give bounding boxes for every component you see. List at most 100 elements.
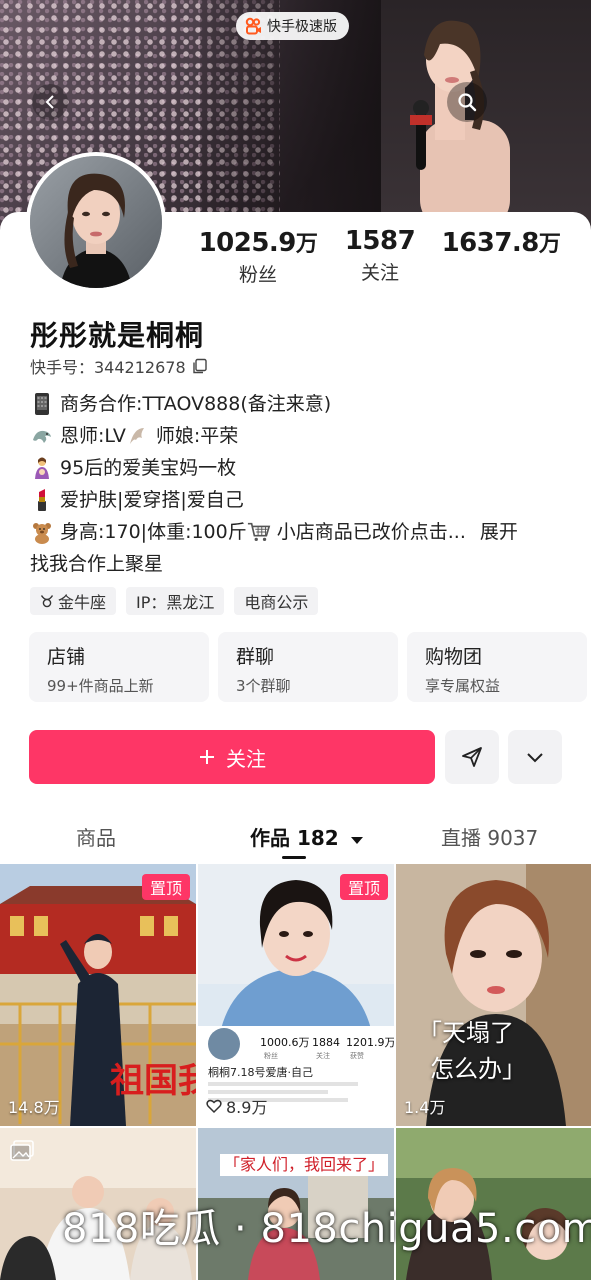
- stat-fans-value: 1025.9: [198, 228, 297, 258]
- send-icon: [462, 747, 482, 767]
- inner-stat-label: 粉丝: [264, 1051, 278, 1060]
- expand-bio-link[interactable]: 展开: [480, 516, 518, 548]
- bio-text: 找我合作上聚星: [30, 553, 164, 575]
- gallery-icon: [10, 1140, 34, 1161]
- nickname: 彤彤就是桐桐: [30, 319, 205, 352]
- follow-button-label: 关注: [226, 746, 266, 771]
- tab-works[interactable]: 作品 182: [250, 822, 364, 851]
- tab-works-label: 作品 182: [250, 826, 339, 850]
- share-button[interactable]: [445, 730, 499, 784]
- app-badge[interactable]: 快手极速版: [236, 12, 349, 40]
- copy-icon[interactable]: [192, 358, 208, 374]
- user-id-text: 快手号：344212678: [30, 358, 186, 377]
- chevron-down-icon: [527, 753, 543, 763]
- bio: 商务合作:TTAOV888(备注来意) 恩师:LV 师娘:平荣 95后的爱美宝妈…: [30, 388, 570, 580]
- shop-card[interactable]: 店铺 99+件商品上新: [29, 632, 209, 702]
- cart-icon: [247, 520, 271, 544]
- work-item[interactable]: 祖国我爱 置顶 14.8万: [0, 864, 196, 1126]
- stat-fans[interactable]: 1025.9万 粉丝: [197, 226, 319, 287]
- tag-text: IP：黑龙江: [136, 593, 215, 612]
- profile-tags: 金牛座 IP：黑龙江 电商公示: [30, 587, 319, 615]
- avatar-image: [30, 156, 162, 288]
- pinned-badge: 置顶: [339, 874, 388, 900]
- dragon-icon: [30, 424, 54, 448]
- shopping-group-card[interactable]: 购物团 享专属权益: [407, 632, 587, 702]
- bio-line: 95后的爱美宝妈一枚: [30, 452, 570, 484]
- stat-likes-value: 1637.8: [441, 228, 540, 258]
- phone-icon: [30, 392, 54, 416]
- bio-text: 身高:170|体重:100斤: [60, 521, 247, 543]
- play-count-value: 14.8万: [8, 1098, 60, 1117]
- bio-text: 95后的爱美宝妈一枚: [60, 457, 237, 479]
- tab-active-indicator: [282, 856, 306, 859]
- bio-line: 爱护肤|爱穿搭|爱自己: [30, 484, 570, 516]
- bio-line: 找我合作上聚星: [30, 548, 570, 580]
- tag-zodiac[interactable]: 金牛座: [30, 587, 117, 615]
- search-icon: [458, 93, 477, 112]
- stat-following-label: 关注: [360, 262, 399, 284]
- work-thumbnail: 1000.6万 1884 1201.9万 粉丝 关注 获赞 桐桐7.18号爱唐·…: [198, 864, 394, 1126]
- bio-line: 商务合作:TTAOV888(备注来意): [30, 388, 570, 420]
- shop-card-subtitle: 99+件商品上新: [47, 677, 154, 695]
- bio-text: 恩师:LV: [60, 425, 126, 447]
- content-tabs: 商品 作品 182 直播 9037: [0, 816, 591, 860]
- play-count: 1.4万: [404, 1094, 445, 1118]
- bio-text: 商务合作:TTAOV888(备注来意): [60, 393, 332, 415]
- app-badge-label: 快手极速版: [267, 19, 337, 35]
- work-item[interactable]: 1000.6万 1884 1201.9万 粉丝 关注 获赞 桐桐7.18号爱唐·…: [198, 864, 394, 1126]
- work-thumbnail: [396, 864, 591, 1126]
- tag-text: 金牛座: [58, 593, 107, 612]
- feature-cards: 店铺 99+件商品上新 群聊 3个群聊 购物团 享专属权益: [29, 632, 587, 702]
- more-button[interactable]: [508, 730, 562, 784]
- back-button[interactable]: [32, 84, 68, 120]
- plus-icon: [200, 750, 214, 764]
- inner-stat-value: 1884: [312, 1036, 340, 1049]
- inner-profile-title: 桐桐7.18号爱唐·自己: [208, 1065, 313, 1079]
- inner-stat-label: 关注: [316, 1051, 330, 1060]
- stat-likes[interactable]: 1637.8万: [440, 226, 562, 258]
- stat-following[interactable]: 1587 关注: [340, 226, 420, 285]
- play-count-value: 1.4万: [404, 1098, 446, 1117]
- like-count-value: 8.9万: [226, 1098, 268, 1117]
- shopping-group-card-subtitle: 享专属权益: [425, 677, 501, 695]
- avatar[interactable]: [26, 152, 166, 292]
- group-chat-card-title: 群聊: [236, 646, 275, 668]
- caret-down-icon: [350, 837, 363, 844]
- tag-ecommerce[interactable]: 电商公示: [234, 587, 319, 615]
- taurus-icon: [40, 595, 54, 608]
- work-caption: 「家人们，我回来了」: [220, 1154, 389, 1176]
- shopping-group-card-title: 购物团: [425, 646, 483, 668]
- pinned-badge: 置顶: [141, 874, 190, 900]
- group-chat-card-subtitle: 3个群聊: [236, 677, 291, 695]
- tab-products[interactable]: 商品: [76, 822, 116, 851]
- inner-stat-label: 获赞: [350, 1051, 364, 1060]
- stat-fans-label: 粉丝: [238, 264, 277, 286]
- bear-icon: [30, 520, 54, 544]
- user-id[interactable]: 快手号：344212678: [30, 354, 208, 378]
- tag-ip[interactable]: IP：黑龙江: [126, 587, 225, 615]
- play-count: 14.8万: [8, 1094, 60, 1118]
- shop-card-title: 店铺: [47, 646, 86, 668]
- bio-text: 小店商品已改价点击...: [276, 521, 466, 543]
- back-icon: [45, 95, 54, 109]
- dragon-icon: [126, 424, 150, 448]
- stat-fans-unit: 万: [295, 232, 318, 257]
- watermark: 818吃瓜 · 818chigua5.com: [62, 1206, 591, 1252]
- work-caption: 怎么办」: [430, 1055, 526, 1083]
- group-chat-card[interactable]: 群聊 3个群聊: [218, 632, 398, 702]
- kuaishou-logo-icon: [245, 17, 261, 35]
- bio-text: 爱护肤|爱穿搭|爱自己: [60, 489, 244, 511]
- bio-line: 身高:170|体重:100斤 小店商品已改价点击... 展开: [30, 516, 570, 548]
- bio-text: 师娘:平荣: [155, 425, 239, 447]
- work-thumbnail: 祖国我爱: [0, 864, 196, 1126]
- heart-icon: [206, 1099, 222, 1114]
- search-button[interactable]: [447, 82, 487, 122]
- bio-line: 恩师:LV 师娘:平荣: [30, 420, 570, 452]
- work-item[interactable]: 「天塌了 怎么办」 1.4万: [396, 864, 591, 1126]
- work-caption: 「天塌了: [418, 1019, 514, 1047]
- follow-button[interactable]: 关注: [29, 730, 435, 784]
- tab-live[interactable]: 直播 9037: [441, 822, 538, 851]
- stat-following-value: 1587: [344, 226, 416, 256]
- work-overlay-text: 祖国我爱: [110, 1061, 196, 1101]
- stat-likes-unit: 万: [538, 232, 561, 257]
